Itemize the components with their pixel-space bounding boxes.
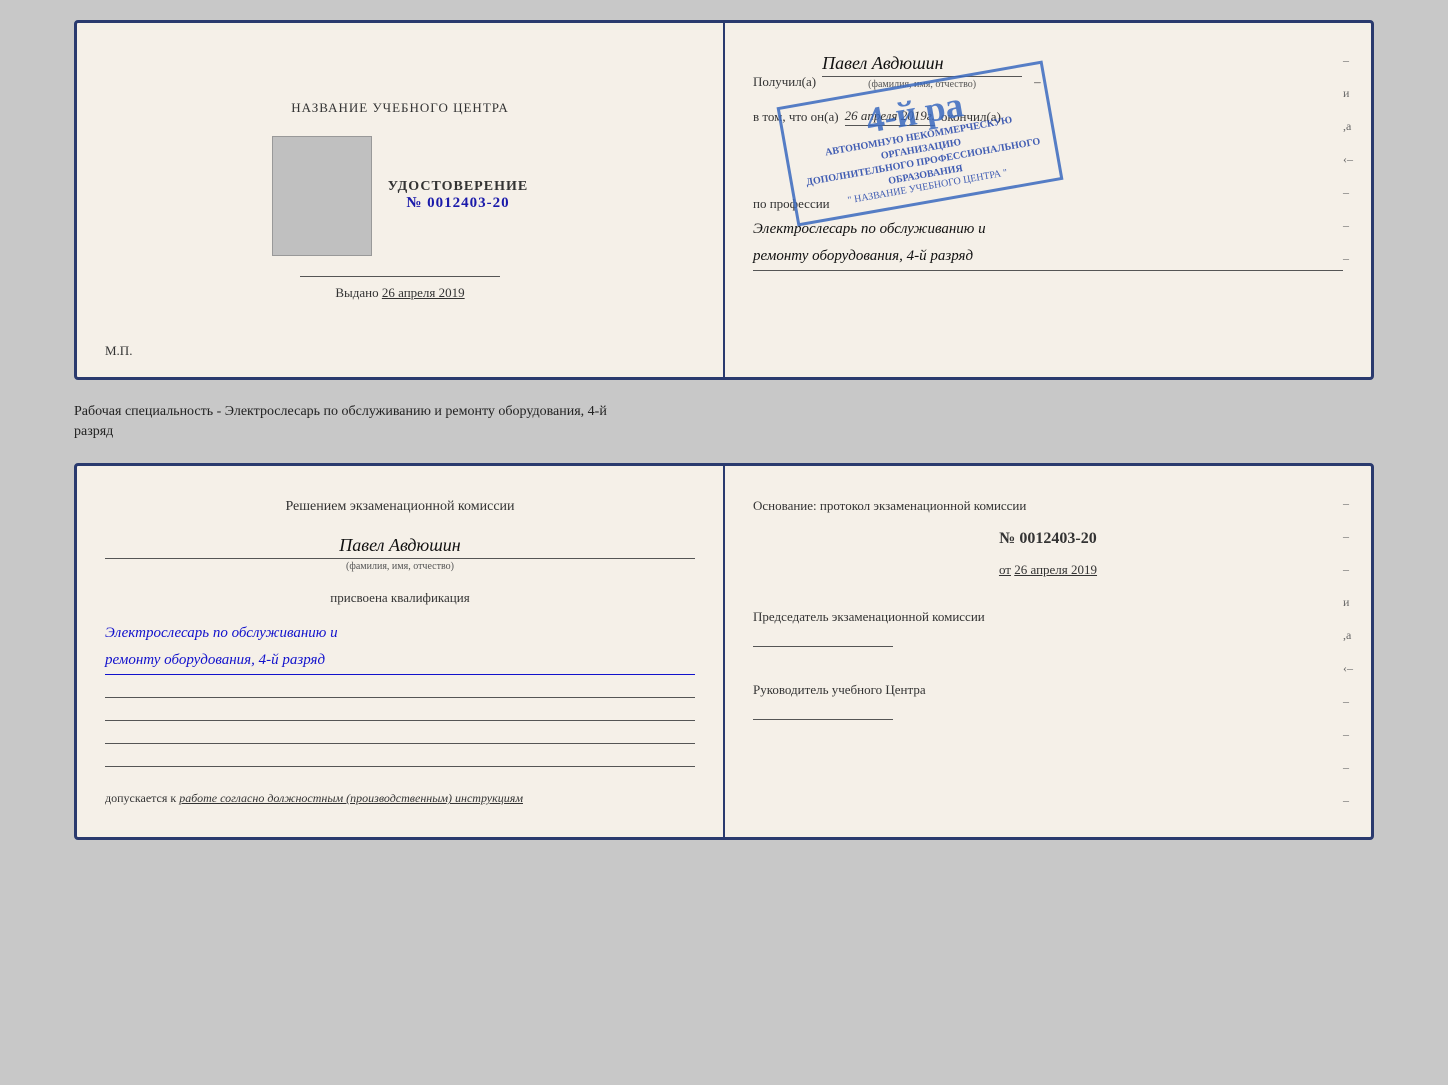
bottom-side-marks: – – – и ,а ‹– – – – –: [1343, 496, 1353, 808]
person-name-bottom: Павел Авдюшин: [105, 535, 695, 559]
extra-line-4: [105, 766, 695, 767]
resheniem-title: Решением экзаменационной комиссии: [105, 496, 695, 517]
profession-text: Электрослесарь по обслуживанию и ремонту…: [753, 216, 1343, 271]
center-title: НАЗВАНИЕ УЧЕБНОГО ЦЕНТРА: [291, 100, 508, 116]
bottom-document: Решением экзаменационной комиссии Павел …: [74, 463, 1374, 840]
rukovoditel-signature-line: [753, 719, 893, 720]
poluchil-line: Получил(а) Павел Авдюшин (фамилия, имя, …: [753, 53, 1343, 90]
photo-placeholder: [272, 136, 372, 256]
top-document: НАЗВАНИЕ УЧЕБНОГО ЦЕНТРА УДОСТОВЕРЕНИЕ №…: [74, 20, 1374, 380]
vydano-line: Выдано 26 апреля 2019: [300, 285, 500, 301]
udostoverenie-block: УДОСТОВЕРЕНИЕ № 0012403-20: [388, 179, 528, 212]
top-right-page: Получил(а) Павел Авдюшин (фамилия, имя, …: [724, 20, 1374, 380]
protocol-number: № 0012403-20: [753, 530, 1343, 548]
extra-line-2: [105, 720, 695, 721]
bottom-left-page: Решением экзаменационной комиссии Павел …: [74, 463, 724, 840]
extra-line-1: [105, 697, 695, 698]
qualification-text: Электрослесарь по обслуживанию и ремонту…: [105, 620, 695, 675]
mp-label: М.П.: [105, 343, 132, 359]
bottom-right-page: Основание: протокол экзаменационной коми…: [724, 463, 1374, 840]
osnovanie-text: Основание: протокол экзаменационной коми…: [753, 496, 1343, 516]
udostoverenie-number: № 0012403-20: [388, 195, 528, 212]
rukovoditel-block: Руководитель учебного Центра: [753, 681, 1343, 720]
rukovoditel-title: Руководитель учебного Центра: [753, 681, 1343, 699]
predsedatel-block: Председатель экзаменационной комиссии: [753, 608, 1343, 647]
predsedatel-signature-line: [753, 646, 893, 647]
side-marks: – и ,а ‹– – – –: [1343, 53, 1353, 266]
prisvoena-text: присвоена квалификация: [105, 590, 695, 606]
dopuskaetsya-text: допускается к работе согласно должностны…: [105, 789, 695, 807]
predsedatel-title: Председатель экзаменационной комиссии: [753, 608, 1343, 626]
extra-line-3: [105, 743, 695, 744]
ot-date: от 26 апреля 2019: [753, 562, 1343, 578]
udostoverenie-title: УДОСТОВЕРЕНИЕ: [388, 179, 528, 195]
separator-text: Рабочая специальность - Электрослесарь п…: [74, 396, 1374, 447]
top-left-page: НАЗВАНИЕ УЧЕБНОГО ЦЕНТРА УДОСТОВЕРЕНИЕ №…: [74, 20, 724, 380]
